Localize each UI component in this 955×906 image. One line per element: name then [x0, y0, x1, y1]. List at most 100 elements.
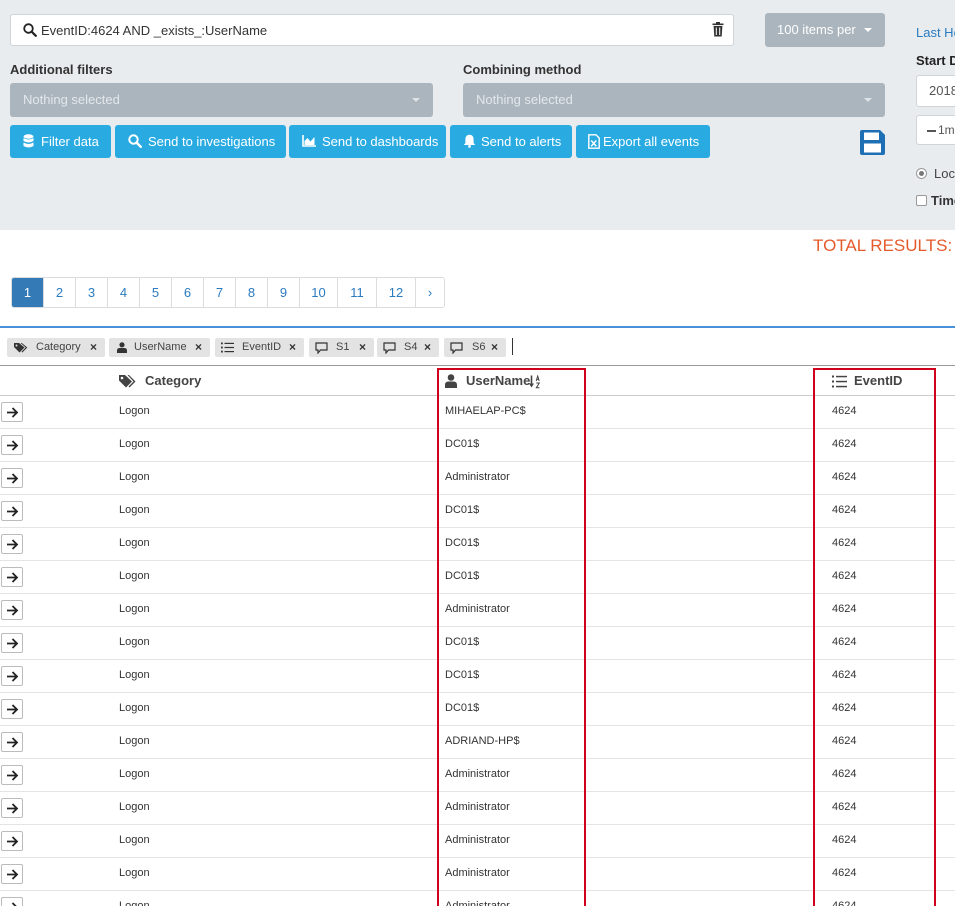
- pagination-page-3[interactable]: 3: [76, 278, 108, 307]
- last-hours-link[interactable]: Last Ho: [916, 25, 955, 40]
- export-all-events-button[interactable]: Export all events: [576, 125, 710, 158]
- pagination-page-4[interactable]: 4: [108, 278, 140, 307]
- category-header-label: Category: [145, 373, 202, 388]
- column-tag-s6[interactable]: S6 ×: [444, 338, 506, 357]
- items-per-page-dropdown[interactable]: 100 items per: [765, 13, 885, 47]
- search-box[interactable]: [10, 14, 734, 46]
- time-checkbox[interactable]: Time: [916, 193, 955, 208]
- cell-category: Logon: [119, 471, 150, 483]
- cell-eventid: 4624: [832, 504, 857, 516]
- arrow-right-icon: [7, 803, 19, 814]
- pagination-page-10[interactable]: 10: [300, 278, 338, 307]
- combining-method-select[interactable]: Nothing selected: [463, 83, 885, 117]
- pagination-next-button[interactable]: ›: [416, 278, 444, 307]
- column-tag-s4[interactable]: S4 ×: [377, 338, 439, 357]
- pagination-page-5[interactable]: 5: [140, 278, 172, 307]
- cell-username: DC01$: [445, 504, 480, 516]
- cell-category: Logon: [119, 537, 150, 549]
- close-icon[interactable]: ×: [491, 338, 498, 357]
- query-panel: 100 items per Last Ho Start D 2018 1m Lo…: [0, 0, 955, 230]
- start-date-input[interactable]: 2018: [916, 75, 955, 107]
- cell-eventid: 4624: [832, 768, 857, 780]
- close-icon[interactable]: ×: [90, 338, 97, 357]
- export-all-events-label: Export all events: [603, 134, 700, 149]
- search-input[interactable]: [41, 15, 701, 45]
- pagination-page-1[interactable]: 1: [12, 278, 44, 307]
- arrow-right-icon: [7, 605, 19, 616]
- cell-category: Logon: [119, 570, 150, 582]
- database-icon: [23, 134, 34, 148]
- column-tag-label: EventID: [242, 341, 282, 353]
- close-icon[interactable]: ×: [289, 338, 296, 357]
- send-to-alerts-button[interactable]: Send to alerts: [450, 125, 572, 158]
- filter-data-button[interactable]: Filter data: [10, 125, 111, 158]
- cell-eventid: 4624: [832, 438, 857, 450]
- open-event-button[interactable]: [1, 501, 23, 521]
- table-row: Logon DC01$ 4624: [0, 627, 955, 660]
- open-event-button[interactable]: [1, 798, 23, 818]
- pagination-page-11[interactable]: 11: [338, 278, 377, 307]
- table-row: Logon Administrator 4624: [0, 462, 955, 495]
- close-icon[interactable]: ×: [424, 338, 431, 357]
- arrow-right-icon: [7, 770, 19, 781]
- pagination-page-7[interactable]: 7: [204, 278, 236, 307]
- local-time-radio[interactable]: Loc: [916, 166, 955, 181]
- column-tag-category[interactable]: Category ×: [7, 338, 105, 357]
- additional-filters-select[interactable]: Nothing selected: [10, 83, 433, 117]
- area-chart-icon: [302, 135, 316, 147]
- cell-eventid: 4624: [832, 867, 857, 879]
- table-row: Logon DC01$ 4624: [0, 495, 955, 528]
- cell-category: Logon: [119, 801, 150, 813]
- cell-username: Administrator: [445, 768, 510, 780]
- cell-username: Administrator: [445, 801, 510, 813]
- column-tag-label: Category: [36, 341, 81, 353]
- close-icon[interactable]: ×: [195, 338, 202, 357]
- cell-eventid: 4624: [832, 669, 857, 681]
- column-tag-eventid[interactable]: EventID ×: [215, 338, 304, 357]
- time-offset-input[interactable]: 1m: [916, 115, 955, 145]
- arrow-right-icon: [7, 407, 19, 418]
- open-event-button[interactable]: [1, 666, 23, 686]
- cell-eventid: 4624: [832, 570, 857, 582]
- checkbox-icon: [916, 195, 927, 206]
- pagination-page-6[interactable]: 6: [172, 278, 204, 307]
- cell-username: Administrator: [445, 603, 510, 615]
- column-tag-s1[interactable]: S1 ×: [309, 338, 374, 357]
- cell-category: Logon: [119, 504, 150, 516]
- open-event-button[interactable]: [1, 567, 23, 587]
- open-event-button[interactable]: [1, 600, 23, 620]
- open-event-button[interactable]: [1, 468, 23, 488]
- cell-eventid: 4624: [832, 900, 857, 906]
- trash-icon[interactable]: [712, 22, 724, 37]
- send-to-alerts-label: Send to alerts: [481, 134, 562, 149]
- open-event-button[interactable]: [1, 699, 23, 719]
- open-event-button[interactable]: [1, 732, 23, 752]
- column-tag-username[interactable]: UserName ×: [109, 338, 210, 357]
- table-row: Logon ADRIAND-HP$ 4624: [0, 726, 955, 759]
- send-to-dashboards-button[interactable]: Send to dashboards: [289, 125, 446, 158]
- open-event-button[interactable]: [1, 897, 23, 906]
- time-offset-value: 1m: [938, 123, 955, 137]
- column-tag-bar[interactable]: Category × UserName × EventID × S1 × S4 × S6 ×: [0, 328, 955, 366]
- pagination-page-12[interactable]: 12: [377, 278, 416, 307]
- send-to-investigations-button[interactable]: Send to investigations: [115, 125, 286, 158]
- pagination-page-8[interactable]: 8: [236, 278, 268, 307]
- radio-selected-icon: [916, 168, 927, 179]
- cell-category: Logon: [119, 702, 150, 714]
- pagination-page-2[interactable]: 2: [44, 278, 76, 307]
- open-event-button[interactable]: [1, 765, 23, 785]
- close-icon[interactable]: ×: [359, 338, 366, 357]
- open-event-button[interactable]: [1, 831, 23, 851]
- tags-icon: [14, 343, 28, 353]
- open-event-button[interactable]: [1, 534, 23, 554]
- save-icon[interactable]: [860, 130, 885, 155]
- open-event-button[interactable]: [1, 435, 23, 455]
- cell-username: Administrator: [445, 471, 510, 483]
- comment-icon: [383, 342, 396, 354]
- pagination-page-9[interactable]: 9: [268, 278, 300, 307]
- open-event-button[interactable]: [1, 633, 23, 653]
- open-event-button[interactable]: [1, 864, 23, 884]
- open-event-button[interactable]: [1, 402, 23, 422]
- table-row: Logon DC01$ 4624: [0, 660, 955, 693]
- chevron-down-icon: [864, 28, 872, 32]
